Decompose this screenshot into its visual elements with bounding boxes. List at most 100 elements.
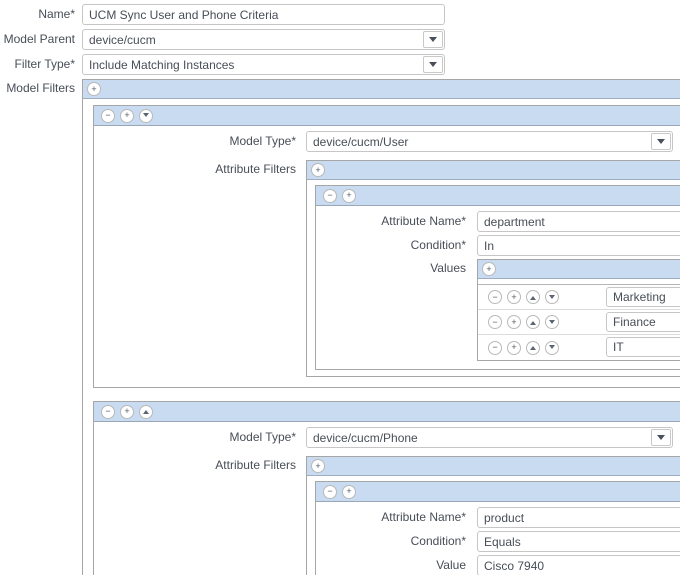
add-model-filter-button[interactable]: + [87, 82, 101, 96]
plus-icon: + [486, 263, 492, 274]
add-attribute-filter-button[interactable]: + [311, 459, 325, 473]
plus-icon: + [315, 460, 321, 471]
model-filters-row: Model Filters + − + Model Type* device/c… [0, 79, 680, 575]
remove-attribute-filter-button[interactable]: − [323, 188, 337, 203]
chevron-down-icon [429, 62, 437, 71]
condition-label: Condition* [410, 238, 466, 252]
condition-row: Condition* [316, 531, 680, 552]
add-value-button[interactable]: + [482, 262, 496, 276]
attribute-name-field[interactable] [477, 507, 680, 528]
condition-field[interactable] [477, 531, 680, 552]
plus-icon: + [124, 110, 130, 120]
panel-body: Attribute Name* Condition* Values [316, 206, 680, 369]
model-filters-add-bar: + [83, 80, 680, 99]
attribute-filters-add-bar: + [307, 457, 680, 476]
triangle-down-icon [549, 319, 555, 327]
triangle-up-icon [143, 407, 149, 414]
condition-field[interactable] [477, 235, 680, 256]
panel-body: Attribute Name* Condition* Value [316, 502, 680, 575]
minus-icon: − [327, 190, 333, 200]
values-row: Values + − + Marketing − + Finance − + I… [316, 259, 680, 361]
model-parent-dropdown-button[interactable] [423, 31, 443, 48]
remove-value-button[interactable]: − [488, 315, 502, 329]
attribute-filters-row: Attribute Filters + − + Attribute Name* … [94, 160, 680, 377]
model-parent-combo[interactable]: device/cucm [82, 29, 445, 50]
values-add-bar: + [478, 260, 680, 279]
attribute-name-row: Attribute Name* [316, 211, 680, 232]
add-attribute-filter-button[interactable]: + [342, 484, 356, 499]
model-type-label: Model Type* [229, 134, 297, 148]
value-row: − + [478, 310, 680, 335]
condition-row: Condition* [316, 235, 680, 256]
model-type-dropdown-button[interactable] [651, 133, 671, 150]
values-container: + − + Marketing − + Finance − + IT [477, 259, 680, 361]
remove-value-button[interactable]: − [488, 340, 502, 355]
panel-body: Model Type* device/cucm/User Attribute F… [94, 126, 680, 387]
attribute-filters-add-bar: + [307, 161, 680, 180]
panel-header: − + [94, 106, 680, 126]
add-value-button[interactable]: + [507, 290, 521, 304]
add-attribute-filter-button[interactable]: + [311, 163, 325, 177]
value-row-single: Value [316, 555, 680, 575]
value-row: − + [478, 285, 680, 310]
plus-icon: + [91, 83, 97, 94]
add-value-button[interactable]: + [507, 315, 521, 329]
model-type-label: Model Type* [229, 430, 297, 444]
attribute-name-row: Attribute Name* [316, 507, 680, 528]
minus-icon: − [492, 316, 498, 327]
add-filter-button[interactable]: + [120, 108, 134, 123]
panel-header: − + [316, 482, 680, 502]
remove-filter-button[interactable]: − [101, 404, 115, 419]
name-field[interactable] [82, 4, 445, 25]
minus-icon: − [105, 110, 111, 120]
plus-icon: + [124, 406, 130, 416]
model-filter-panel-phone: − + Model Type* device/cucm/Phone Attrib… [93, 401, 680, 575]
values-list: − + − [478, 284, 680, 360]
attribute-name-label: Attribute Name* [381, 510, 466, 524]
model-parent-row: Model Parent device/cucm [0, 29, 680, 50]
move-value-down-button[interactable] [545, 340, 559, 355]
attribute-filters-container: + − + Attribute Name* [306, 456, 680, 575]
values-label: Values [430, 261, 466, 275]
value-field[interactable] [606, 312, 680, 332]
plus-icon: + [315, 164, 321, 175]
attribute-name-label: Attribute Name* [381, 214, 466, 228]
value-field[interactable] [606, 287, 680, 307]
model-parent-label: Model Parent [3, 32, 75, 46]
add-attribute-filter-button[interactable]: + [342, 188, 356, 203]
value-field[interactable] [477, 555, 680, 575]
value-field[interactable] [606, 337, 680, 357]
attribute-name-field[interactable] [477, 211, 680, 232]
triangle-down-icon [143, 113, 149, 120]
plus-icon: + [511, 316, 517, 327]
move-up-button[interactable] [139, 404, 153, 419]
add-value-button[interactable]: + [507, 340, 521, 355]
model-type-combo[interactable]: device/cucm/Phone [306, 427, 673, 448]
model-filter-panel-user: − + Model Type* device/cucm/User Attribu… [93, 105, 680, 388]
attribute-filter-panel: − + Attribute Name* Conditio [315, 481, 680, 575]
move-value-down-button[interactable] [545, 290, 559, 304]
move-value-up-button[interactable] [526, 340, 540, 355]
filter-type-combo[interactable]: Include Matching Instances [82, 54, 445, 75]
remove-filter-button[interactable]: − [101, 108, 115, 123]
remove-value-button[interactable]: − [488, 290, 502, 304]
move-value-up-button[interactable] [526, 315, 540, 329]
remove-attribute-filter-button[interactable]: − [323, 484, 337, 499]
move-value-down-button[interactable] [545, 315, 559, 329]
filter-type-dropdown-button[interactable] [423, 56, 443, 73]
triangle-up-icon [530, 343, 536, 350]
criteria-form: Name* Model Parent device/cucm Filter Ty… [0, 0, 680, 575]
model-type-value: device/cucm/User [313, 134, 409, 149]
move-value-up-button[interactable] [526, 290, 540, 304]
minus-icon: − [105, 406, 111, 416]
model-type-row: Model Type* device/cucm/User [94, 131, 680, 152]
attribute-filters-label: Attribute Filters [215, 162, 296, 176]
model-type-combo[interactable]: device/cucm/User [306, 131, 673, 152]
model-parent-value: device/cucm [89, 32, 156, 47]
add-filter-button[interactable]: + [120, 404, 134, 419]
filter-type-label: Filter Type* [14, 57, 75, 71]
model-type-dropdown-button[interactable] [651, 429, 671, 446]
move-down-button[interactable] [139, 108, 153, 123]
name-label: Name* [38, 7, 75, 21]
model-type-row: Model Type* device/cucm/Phone [94, 427, 680, 448]
